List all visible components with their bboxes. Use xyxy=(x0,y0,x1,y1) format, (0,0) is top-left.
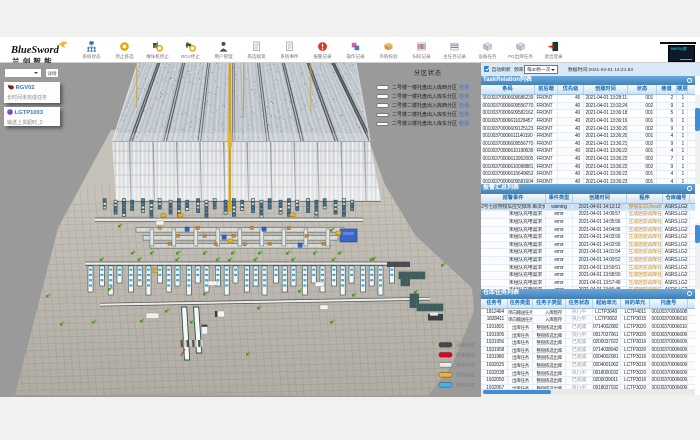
svg-text:设备常态: 设备常态 xyxy=(456,342,475,349)
svg-text:任务状态: 任务状态 xyxy=(456,382,475,389)
svg-text:预约状态: 预约状态 xyxy=(456,372,475,379)
svg-text:设备故障: 设备故障 xyxy=(456,352,475,359)
svg-text:有货状态: 有货状态 xyxy=(456,362,475,369)
